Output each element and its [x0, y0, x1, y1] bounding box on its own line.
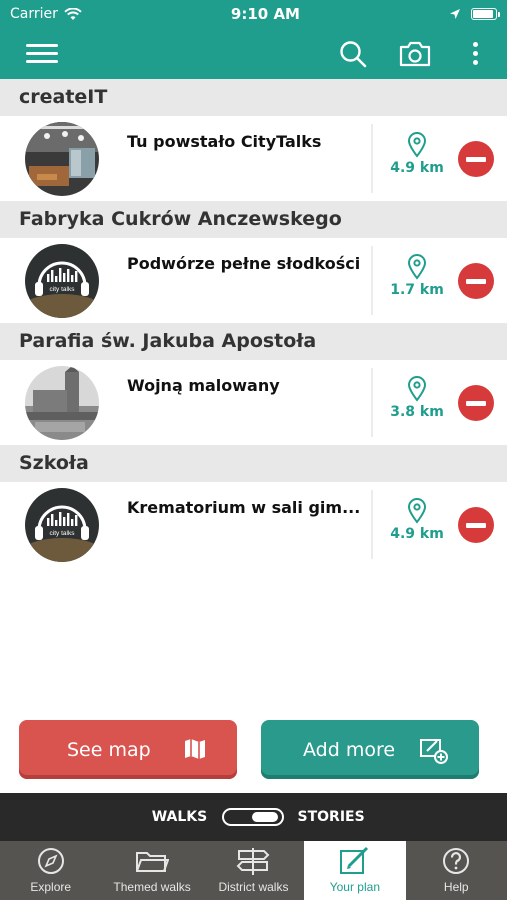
- row-divider: [371, 490, 373, 559]
- walks-stories-toggle[interactable]: [221, 808, 284, 826]
- location-pin-icon: [407, 376, 427, 402]
- tab-your-plan[interactable]: Your plan: [304, 841, 406, 900]
- tab-themed-walks[interactable]: Themed walks: [101, 841, 202, 900]
- svg-text:city talks: city talks: [50, 286, 76, 293]
- plan-row[interactable]: Tu powstało CityTalks 4.9 km: [0, 116, 507, 201]
- section-header: Parafia św. Jakuba Apostoła: [0, 323, 507, 360]
- story-title: Krematorium w sali gim...: [127, 498, 361, 517]
- remove-button[interactable]: [458, 507, 494, 543]
- add-more-label: Add more: [303, 738, 396, 761]
- location-pin-icon: [407, 254, 427, 280]
- minus-icon: [466, 156, 486, 162]
- distance-block: 4.9 km: [383, 132, 451, 176]
- add-more-button[interactable]: Add more: [261, 720, 479, 779]
- toggle-knob: [251, 812, 278, 822]
- more-vertical-icon[interactable]: [465, 34, 485, 74]
- row-divider: [371, 368, 373, 437]
- section-header: Szkoła: [0, 445, 507, 482]
- remove-button[interactable]: [458, 263, 494, 299]
- location-pin-icon: [407, 132, 427, 158]
- section-header: createIT: [0, 79, 507, 116]
- distance-label: 4.9 km: [390, 526, 444, 542]
- story-title: Tu powstało CityTalks: [127, 132, 322, 151]
- plan-row[interactable]: Wojną malowany 3.8 km: [0, 360, 507, 445]
- tab-district-walks[interactable]: District walks: [203, 841, 304, 900]
- distance-label: 3.8 km: [390, 404, 444, 420]
- tab-label: District walks: [218, 880, 289, 894]
- compass-icon: [36, 845, 66, 877]
- minus-icon: [466, 400, 486, 406]
- remove-button[interactable]: [458, 385, 494, 421]
- help-icon: [441, 845, 471, 877]
- story-thumbnail: city talks: [25, 243, 99, 318]
- tab-label: Your plan: [329, 880, 380, 894]
- svg-text:city talks: city talks: [50, 530, 76, 537]
- camera-icon[interactable]: [395, 34, 435, 74]
- story-thumbnail: [25, 365, 99, 440]
- minus-icon: [466, 278, 486, 284]
- wifi-icon: [64, 7, 82, 20]
- row-divider: [371, 124, 373, 193]
- search-icon[interactable]: [333, 34, 373, 74]
- story-title: Wojną malowany: [127, 376, 280, 395]
- distance-label: 1.7 km: [390, 282, 444, 298]
- action-buttons: See map Add more: [0, 720, 507, 780]
- distance-block: 4.9 km: [383, 498, 451, 542]
- story-thumbnail: [25, 121, 99, 196]
- see-map-button[interactable]: See map: [19, 720, 237, 779]
- location-arrow-icon: [450, 9, 460, 19]
- distance-block: 3.8 km: [383, 376, 451, 420]
- plan-list: createIT Tu powstało CityTalks 4.9 km Fabry…: [0, 79, 507, 567]
- location-pin-icon: [407, 498, 427, 524]
- battery-level: [473, 10, 493, 18]
- story-thumbnail: city talks: [25, 487, 99, 562]
- app-header: Carrier 9:10 AM: [0, 0, 507, 79]
- carrier-label: Carrier: [10, 6, 58, 22]
- row-divider: [371, 246, 373, 315]
- edit-plan-icon: [338, 845, 372, 877]
- add-note-icon: [420, 739, 448, 764]
- status-time: 9:10 AM: [230, 5, 300, 23]
- folder-icon: [135, 845, 170, 877]
- tab-explore[interactable]: Explore: [0, 841, 101, 900]
- battery-icon: [471, 8, 500, 20]
- tab-label: Help: [443, 880, 469, 894]
- distance-block: 1.7 km: [383, 254, 451, 298]
- tab-label: Themed walks: [113, 880, 191, 894]
- status-bar: Carrier 9:10 AM: [0, 0, 507, 28]
- map-icon: [185, 739, 205, 759]
- distance-label: 4.9 km: [390, 160, 444, 176]
- mode-switch-bar: WALKS STORIES: [0, 793, 507, 841]
- see-map-label: See map: [67, 738, 151, 761]
- status-left: Carrier: [10, 6, 82, 22]
- tab-help[interactable]: Help: [406, 841, 507, 900]
- hamburger-menu-icon[interactable]: [22, 34, 62, 74]
- status-right: [449, 8, 500, 20]
- story-title: Podwórze pełne słodkości: [127, 254, 361, 273]
- plan-row[interactable]: city talks Podwórze pełne słodkości 1.7 km: [0, 238, 507, 323]
- signpost-icon: [235, 845, 271, 877]
- tab-label: Explore: [30, 880, 72, 894]
- section-header: Fabryka Cukrów Anczewskego: [0, 201, 507, 238]
- plan-row[interactable]: city talks Krematorium w sali gim... 4.9 k…: [0, 482, 507, 567]
- minus-icon: [466, 522, 486, 528]
- remove-button[interactable]: [458, 141, 494, 177]
- toolbar: [0, 28, 507, 79]
- mode-stories-label[interactable]: STORIES: [298, 809, 365, 825]
- tab-bar: Explore Themed walks District walks Your pl…: [0, 841, 507, 900]
- mode-walks-label[interactable]: WALKS: [150, 809, 210, 825]
